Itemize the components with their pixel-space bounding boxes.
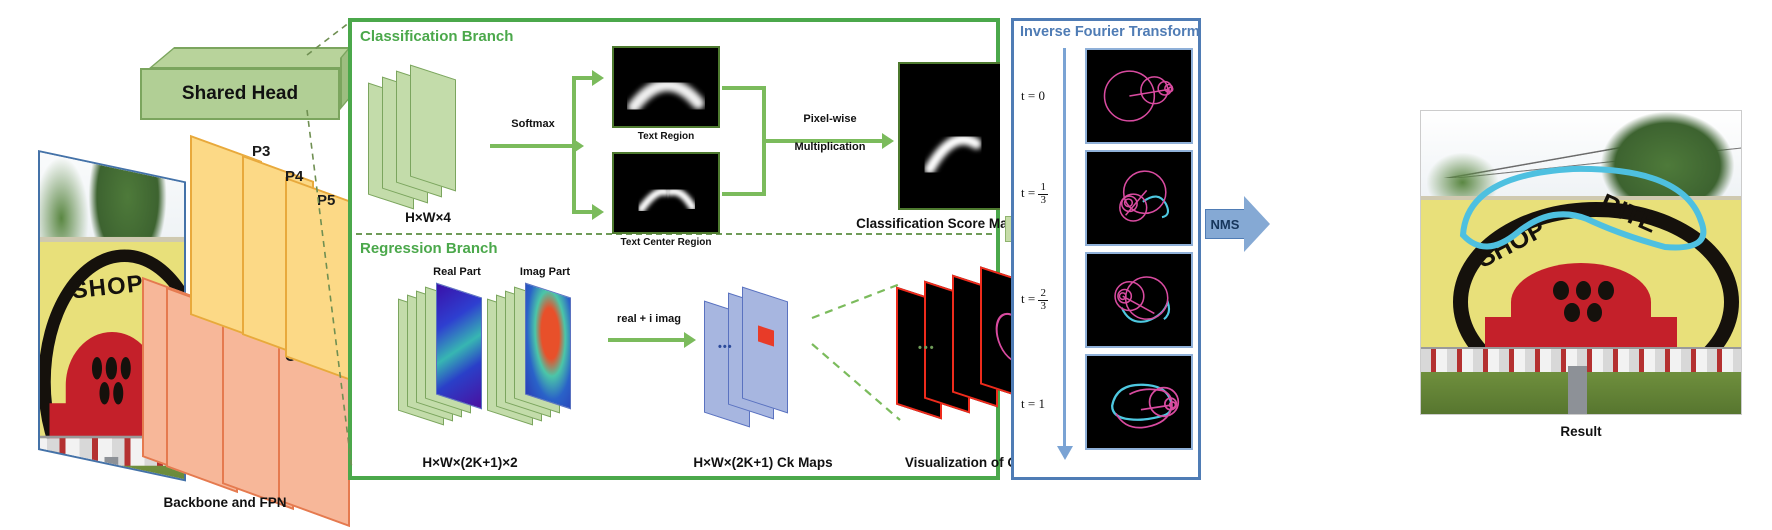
inverse-fourier-title: Inverse Fourier Transform [1020,24,1200,40]
softmax-arrow [490,138,584,154]
ift-tile-0 [1085,48,1193,144]
ck-stack-ellipsis: ••• [718,341,733,353]
classification-input-caption: H×W×4 [405,210,451,225]
ift-step-2-denominator: 3 [1040,299,1046,312]
result-image: SHOP RITE [1420,110,1742,415]
backbone-caption: Backbone and FPN [163,495,287,510]
regression-input-caption: H×W×(2K+1)×2 [422,455,518,470]
ift-step-1-t: t = [1021,185,1036,201]
nms-arrow-head [1244,196,1270,252]
ift-step-label-2: t = 2 3 [1021,287,1048,312]
ift-step-label-0: t = 0 [1021,88,1045,103]
classification-feature-stack [368,64,478,210]
ift-step-label-3: t = 1 [1021,396,1045,411]
ift-timeline-arrowhead [1057,446,1073,460]
tree-large [88,150,167,250]
ift-tile-1 [1085,150,1193,246]
grass-region [38,465,186,482]
pixelwise-label-line2: Multiplication [794,141,866,153]
level-label-p4: P4 [285,168,304,185]
ck-maps-stack [704,286,814,438]
ift-step-1-fraction: 1 3 [1038,181,1048,206]
ift-step-2-t: t = [1021,291,1036,307]
nms-label: NMS [1210,216,1240,232]
arrow-p4-to-head [276,122,280,204]
softmax-label: Softmax [511,118,555,130]
softmax-branch-top [572,70,604,86]
ift-step-2-fraction: 2 3 [1038,287,1048,312]
arrow-p5-to-head [317,122,321,226]
ift-tile-3 [1085,354,1193,450]
nms-arrow-body: NMS [1205,209,1245,239]
arrow-c4-to-p4 [276,312,280,374]
shared-head-label: Shared Head [181,83,299,104]
ift-tile-2 [1085,252,1193,348]
result-caption: Result [1560,424,1602,439]
merge-bracket-bottom [722,192,766,196]
real-plus-imag-label: real + i imag [617,313,681,325]
classification-branch-title: Classification Branch [360,28,514,45]
text-center-region-caption: Text Center Region [620,237,712,248]
arrow-p3-to-head [232,122,236,184]
ift-step-1-denominator: 3 [1040,193,1046,206]
imag-part-label: Imag Part [519,266,571,278]
backbone-fpn-section: SHOP C3 C4 C5 P3 P4 P5 Shared Head Backb… [0,0,375,530]
billboard-leg [104,456,118,482]
text-center-region-map [612,152,720,234]
ift-timeline-arrow [1063,48,1066,448]
imag-part-stack [487,282,597,438]
arrow-c5-to-p5 [317,332,321,394]
real-plus-imag-arrow [608,332,696,348]
arrow-c3-to-p3 [232,292,236,354]
ck-maps-caption: H×W×(2K+1) Ck Maps [693,455,833,470]
softmax-split-vertical [572,76,576,214]
merge-bracket-top [722,86,766,90]
result-leg [1568,365,1588,414]
shared-head-box[interactable]: Shared Head [140,68,340,120]
softmax-branch-bottom [572,204,604,220]
ck-stack-ellipsis-2: ••• [918,342,936,354]
regression-branch-title: Regression Branch [360,240,498,257]
level-label-p3: P3 [252,143,271,160]
pixelwise-label-line1: Pixel-wise [803,113,857,125]
real-part-label: Real Part [433,266,481,278]
ift-step-label-1: t = 1 3 [1021,181,1048,206]
text-region-map [612,46,720,128]
text-region-caption: Text Region [637,131,695,142]
